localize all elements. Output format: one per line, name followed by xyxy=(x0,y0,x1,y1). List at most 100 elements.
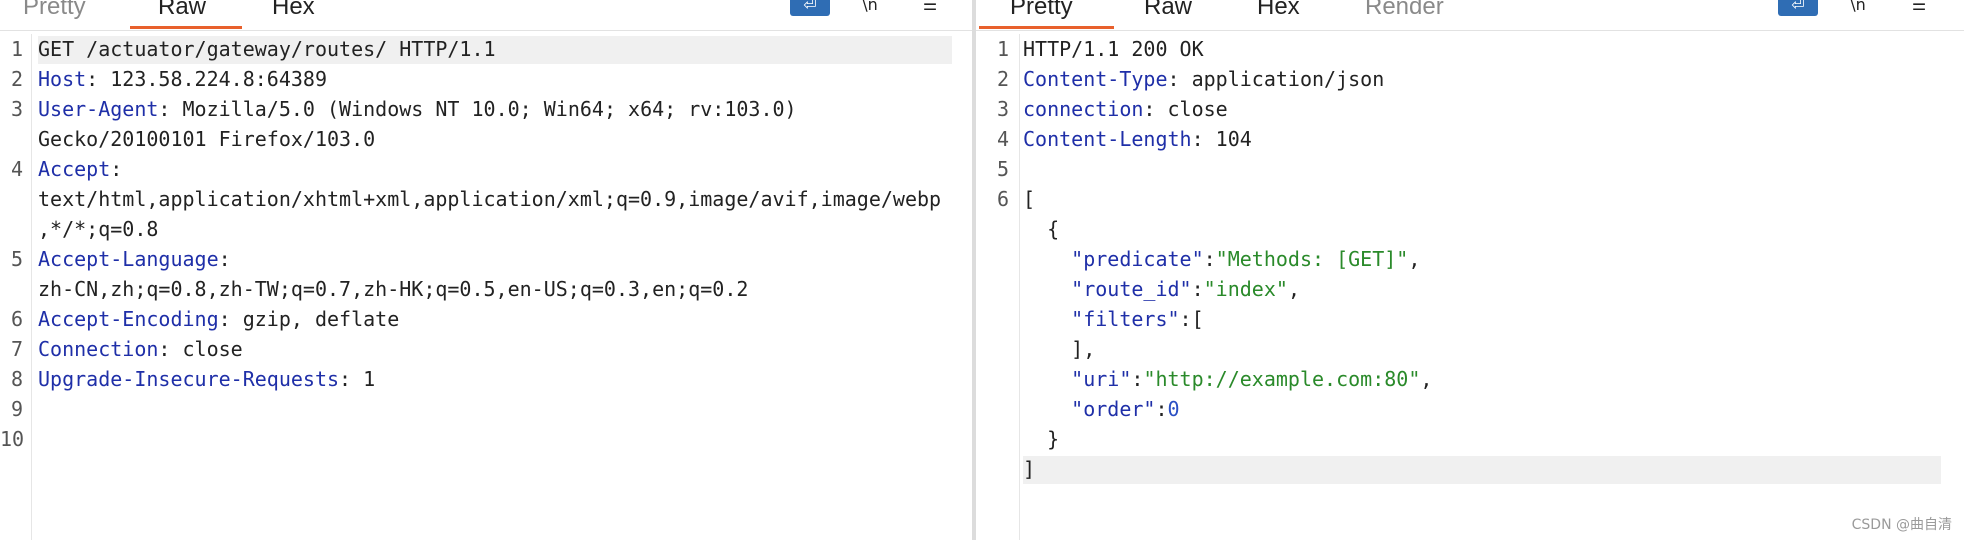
request-menu-button[interactable]: ☰ xyxy=(917,0,943,16)
json-key: "filters" xyxy=(1071,307,1180,331)
line-text: "route_id":"index", xyxy=(1023,274,1300,304)
line-text: ,*/*;q=0.8 xyxy=(38,217,159,241)
line-text: User-Agent: Mozilla/5.0 (Windows NT 10.0… xyxy=(38,94,797,124)
json-string-value: "index" xyxy=(1203,277,1288,301)
response-code-line: 6[ xyxy=(976,184,1964,214)
header-value: : 1 xyxy=(339,367,376,391)
request-code-line: 9 xyxy=(0,394,972,424)
response-tab-pretty[interactable]: Pretty xyxy=(1010,0,1073,28)
header-name: Content-Length xyxy=(1023,127,1192,151)
line-text: Content-Length: 104 xyxy=(1023,124,1252,154)
line-text: "predicate":"Methods: [GET]", xyxy=(1023,244,1420,274)
response-tab-hex[interactable]: Hex xyxy=(1257,0,1300,28)
header-value: : Mozilla/5.0 (Windows NT 10.0; Win64; x… xyxy=(158,97,797,121)
line-number: 3 xyxy=(996,97,1009,121)
response-pane: Pretty Raw Hex Render ⏎ \n ☰ 1 HTTP/1.1 2… xyxy=(976,0,1964,540)
json-key: "order" xyxy=(1071,397,1156,421)
line-text: Accept: xyxy=(38,154,122,184)
response-tab-raw[interactable]: Raw xyxy=(1144,0,1192,28)
newline-toggle-label: \n xyxy=(1850,0,1866,14)
request-code-line: Gecko/20100101 Firefox/103.0 xyxy=(0,124,972,154)
line-number: 5 xyxy=(10,247,23,271)
line-number: 10 xyxy=(0,427,25,451)
response-code-line: "filters":[ xyxy=(976,304,1964,334)
response-code-line: } xyxy=(976,424,1964,454)
line-number: 1 xyxy=(10,37,23,61)
line-text: text/html,application/xhtml+xml,applicat… xyxy=(38,187,942,211)
response-newline-toggle-button[interactable]: \n xyxy=(1843,0,1873,16)
response-tab-bar: Pretty Raw Hex Render ⏎ \n ☰ xyxy=(976,0,1964,31)
json-separator: : xyxy=(1131,367,1144,391)
json-separator: : xyxy=(1191,277,1204,301)
line-text: "order":0 xyxy=(1023,394,1179,424)
line-number: 9 xyxy=(10,397,23,421)
request-code-line: 2 Host: 123.58.224.8:64389 xyxy=(0,64,972,94)
request-wrap-lines-button[interactable]: ⏎ xyxy=(790,0,830,16)
request-tab-bar: Pretty Raw Hex ⏎ \n ☰ xyxy=(0,0,972,31)
line-text: connection: close xyxy=(1023,94,1228,124)
line-text: zh-CN,zh;q=0.8,zh-TW;q=0.7,zh-HK;q=0.5,e… xyxy=(38,277,749,301)
line-text: ] xyxy=(1023,457,1036,481)
response-tab-render[interactable]: Render xyxy=(1365,0,1444,28)
header-name: connection xyxy=(1023,97,1144,121)
header-name: Connection xyxy=(38,337,159,361)
request-tab-hex[interactable]: Hex xyxy=(272,0,315,28)
header-name: Accept-Language xyxy=(38,247,219,271)
header-name: User-Agent xyxy=(38,97,159,121)
line-text: [ xyxy=(1023,187,1036,211)
line-number: 2 xyxy=(996,67,1009,91)
response-code-line: 3 connection: close xyxy=(976,94,1964,124)
request-tab-pretty[interactable]: Pretty xyxy=(23,0,86,28)
json-string-value: "Methods: [GET]" xyxy=(1215,247,1409,271)
request-code-line: text/html,application/xhtml+xml,applicat… xyxy=(0,184,972,214)
response-code-line: 1 HTTP/1.1 200 OK xyxy=(976,34,1964,64)
json-key: "uri" xyxy=(1071,367,1132,391)
header-value: : gzip, deflate xyxy=(218,307,400,331)
wrap-lines-icon: ⏎ xyxy=(803,0,817,14)
response-code-line: "uri":"http://example.com:80", xyxy=(976,364,1964,394)
line-text: "uri":"http://example.com:80", xyxy=(1023,364,1432,394)
line-text: HTTP/1.1 200 OK xyxy=(1023,37,1204,61)
request-code-line: 6 Accept-Encoding: gzip, deflate xyxy=(0,304,972,334)
request-code-line: 10 xyxy=(0,424,972,454)
request-tab-raw[interactable]: Raw xyxy=(158,0,206,28)
response-code-line: 5 xyxy=(976,154,1964,184)
line-text: GET /actuator/gateway/routes/ HTTP/1.1 xyxy=(38,37,496,61)
response-code-line: 4 Content-Length: 104 xyxy=(976,124,1964,154)
request-code-line: zh-CN,zh;q=0.8,zh-TW;q=0.7,zh-HK;q=0.5,e… xyxy=(0,274,972,304)
line-text: Accept-Encoding: gzip, deflate xyxy=(38,304,399,334)
json-key: "predicate" xyxy=(1071,247,1204,271)
request-pane: Pretty Raw Hex ⏎ \n ☰ 1 GET /actuator/gat… xyxy=(0,0,972,540)
hamburger-menu-icon: ☰ xyxy=(922,0,938,14)
request-code-line: 3 User-Agent: Mozilla/5.0 (Windows NT 10.… xyxy=(0,94,972,124)
line-number: 6 xyxy=(996,187,1009,211)
line-text: "filters":[ xyxy=(1023,304,1203,334)
response-wrap-lines-button[interactable]: ⏎ xyxy=(1778,0,1818,16)
line-text: Gecko/20100101 Firefox/103.0 xyxy=(38,127,376,151)
json-trailing: , xyxy=(1420,367,1433,391)
request-editor[interactable]: 1 GET /actuator/gateway/routes/ HTTP/1.1 2… xyxy=(0,34,972,540)
header-value: : xyxy=(218,247,231,271)
request-newline-toggle-button[interactable]: \n xyxy=(855,0,885,16)
response-code-line: { xyxy=(976,214,1964,244)
header-value: : close xyxy=(158,337,243,361)
current-line-highlight xyxy=(1023,456,1941,484)
line-text: Content-Type: application/json xyxy=(1023,64,1384,94)
line-text: Connection: close xyxy=(38,334,243,364)
header-value: : 123.58.224.8:64389 xyxy=(86,67,327,91)
newline-toggle-label: \n xyxy=(862,0,878,14)
line-text: } xyxy=(1023,427,1060,451)
request-active-tab-indicator xyxy=(130,26,242,29)
response-code-line: "order":0 xyxy=(976,394,1964,424)
line-number: 4 xyxy=(10,157,23,181)
response-menu-button[interactable]: ☰ xyxy=(1906,0,1932,16)
request-code-line: ,*/*;q=0.8 xyxy=(0,214,972,244)
response-editor[interactable]: 1 HTTP/1.1 200 OK 2 Content-Type: applicati… xyxy=(976,34,1964,540)
line-text: Host: 123.58.224.8:64389 xyxy=(38,64,327,94)
header-value: : application/json xyxy=(1167,67,1385,91)
request-code-line: 4 Accept: xyxy=(0,154,972,184)
response-code-line: ], xyxy=(976,334,1964,364)
